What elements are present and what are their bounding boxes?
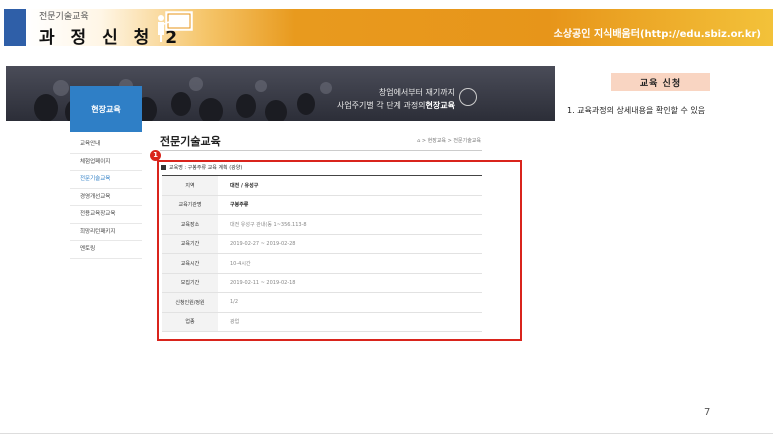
table-key: 지역: [162, 176, 218, 195]
section-label: 교육 신청: [611, 73, 710, 91]
table-value: 10-4시간: [230, 260, 251, 267]
page-number: 7: [704, 407, 711, 418]
sidebar-item-education-guide[interactable]: 교육안내: [70, 136, 142, 154]
table-row: 교육시간 10-4시간: [162, 254, 482, 274]
sidebar-item-mentoring[interactable]: 멘토링: [70, 241, 142, 259]
table-value: 대전 / 유성구: [230, 182, 259, 189]
course-name: 교육명 : 구봉주류 교육 계획 (광양): [169, 165, 243, 171]
header-accent-bar: [4, 9, 26, 46]
table-key: 업종: [162, 312, 218, 331]
title-divider: [160, 150, 482, 151]
table-key: 신청인원/정원: [162, 293, 218, 312]
table-value: 1/2: [230, 299, 239, 306]
page-title: 전문기술교육: [160, 135, 221, 148]
table-row: 신청인원/정원 1/2: [162, 293, 482, 313]
banner-person-icon: [459, 88, 477, 106]
table-row: 교육기간 2019-02-27 ~ 2019-02-28: [162, 234, 482, 254]
slide-header: 전문기술교육 과 정 신 청 2 소상공인 지식배움터(http://edu.s…: [0, 3, 773, 48]
course-name-line: 교육명 : 구봉주류 교육 계획 (광양): [161, 164, 242, 171]
table-key: 교육기관명: [162, 195, 218, 214]
table-value: 대전 유성구 관내(동 1~356.113-8: [230, 221, 307, 228]
sidebar-item-dedicated-venue[interactable]: 전용교육장교육: [70, 206, 142, 224]
table-row: 지역 대전 / 유성구: [162, 176, 482, 196]
table-row: 업종 광업: [162, 312, 482, 332]
table-value: 2019-02-11 ~ 2019-02-18: [230, 279, 296, 286]
sidebar-title: 현장교육: [70, 86, 142, 132]
table-row: 교육장소 대전 유성구 관내(동 1~356.113-8: [162, 215, 482, 235]
table-key: 교육장소: [162, 215, 218, 234]
table-key: 교육기간: [162, 234, 218, 253]
banner-line-2-prefix: 사업주기별 각 단계 과정의: [336, 101, 426, 110]
table-value: 광업: [230, 319, 240, 326]
banner-line-2: 사업주기별 각 단계 과정의현장교육: [337, 99, 455, 112]
course-detail-table: 지역 대전 / 유성구 교육기관명 구봉주류 교육장소 대전 유성구 관내(동 1~3…: [162, 175, 482, 332]
section-description: 1. 교육과정의 상세내용을 확인할 수 있음: [567, 106, 706, 115]
sidebar-item-technical-education[interactable]: 전문기술교육: [70, 171, 142, 189]
header-subtitle: 전문기술교육: [39, 12, 89, 22]
table-key: 모집기간: [162, 273, 218, 292]
slide: 전문기술교육 과 정 신 청 2 소상공인 지식배움터(http://edu.s…: [0, 0, 773, 436]
banner-text: 창업에서부터 재기까지 사업주기별 각 단계 과정의현장교육: [337, 86, 455, 112]
table-value: 구봉주류: [230, 202, 249, 209]
breadcrumb: ⌂ > 현장교육 > 전문기술교육: [417, 138, 481, 144]
table-key: 교육시간: [162, 254, 218, 273]
sidebar-item-experience[interactable]: 체험업페이지: [70, 154, 142, 171]
bullet-square-icon: [161, 165, 166, 170]
banner-line-1: 창업에서부터 재기까지: [378, 88, 455, 97]
table-row: 모집기간 2019-02-11 ~ 2019-02-18: [162, 273, 482, 293]
step-badge: 1: [150, 150, 161, 161]
header-site-url: 소상공인 지식배움터(http://edu.sbiz.or.kr): [553, 29, 761, 40]
sidebar-item-hope-return[interactable]: 희망리턴패키지: [70, 224, 142, 241]
presenter-board-icon: [158, 11, 193, 42]
sidebar-item-management-improvement[interactable]: 경영개선교육: [70, 189, 142, 206]
footer-divider: [0, 433, 773, 434]
table-row: 교육기관명 구봉주류: [162, 195, 482, 215]
table-value: 2019-02-27 ~ 2019-02-28: [230, 240, 296, 247]
banner-line-2-bold: 현장교육: [425, 101, 455, 110]
sidebar-nav: 교육안내 체험업페이지 전문기술교육 경영개선교육 전용교육장교육 희망리턴패키…: [70, 136, 142, 259]
